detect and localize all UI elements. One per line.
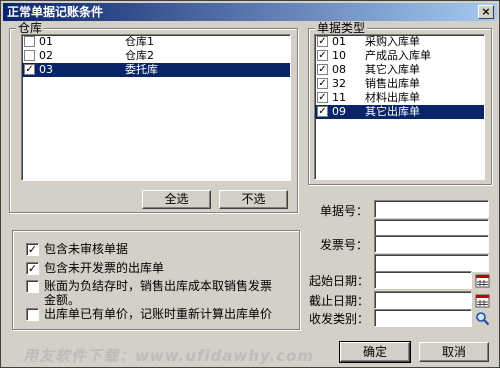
invoice-no-to-input[interactable] [374, 254, 489, 272]
start-date-input[interactable] [374, 271, 472, 289]
doc-type-row[interactable]: ✓ 10 产成品入库单 [315, 49, 484, 63]
doc-type-row-name: 产成品入库单 [365, 49, 431, 62]
warehouse-row-checkbox[interactable] [24, 36, 35, 47]
checkbox-box[interactable]: ✓ [26, 243, 39, 256]
doc-no-from-input[interactable] [374, 200, 489, 218]
doc-type-row-checkbox[interactable]: ✓ [317, 78, 328, 89]
warehouse-row-code: 02 [39, 49, 53, 62]
warehouse-list[interactable]: 01 仓库1 02 仓库2 ✓ 03 委托库 [21, 34, 291, 181]
warehouse-row[interactable]: 02 仓库2 [22, 49, 290, 63]
dialog-window: 正常单据记账条件 × 仓库 01 仓库1 02 仓库2 ✓ 03 委托库 全选 不选 单据类… [0, 0, 500, 368]
category-input[interactable] [374, 309, 472, 327]
warehouse-row-name: 委托库 [125, 63, 158, 76]
doc-type-row-checkbox[interactable]: ✓ [317, 92, 328, 103]
doc-no-label: 单据号： [320, 204, 369, 218]
deselect-all-button[interactable]: 不选 [219, 190, 288, 209]
doc-type-row-checkbox[interactable]: ✓ [317, 106, 328, 117]
doc-type-row-name: 其它入库单 [365, 63, 420, 76]
doc-type-row-checkbox[interactable]: ✓ [317, 50, 328, 61]
end-date-picker-button[interactable] [474, 292, 490, 308]
doc-type-row-code: 08 [332, 63, 346, 76]
title-bar: 正常单据记账条件 × [3, 3, 497, 21]
checkbox-box[interactable] [26, 280, 39, 293]
doc-type-row-checkbox[interactable]: ✓ [317, 36, 328, 47]
doc-type-row-name: 其它出库单 [365, 105, 420, 118]
end-date-input[interactable] [374, 291, 472, 309]
start-date-picker-button[interactable] [474, 272, 490, 288]
warehouse-group-title: 仓库 [16, 21, 45, 35]
warehouse-row-name: 仓库2 [125, 49, 154, 62]
checkbox-box[interactable] [26, 308, 39, 321]
select-all-button[interactable]: 全选 [142, 190, 211, 209]
option-label: 账面为负结存时，销售出库成本取销售发票金额。 [44, 279, 273, 307]
option-label: 包含未开发票的出库单 [44, 261, 165, 275]
doc-type-row-code: 09 [332, 105, 346, 118]
warehouse-row-name: 仓库1 [125, 35, 154, 48]
doc-type-row-name: 销售出库单 [365, 77, 420, 90]
cancel-button[interactable]: 取消 [419, 342, 489, 362]
doc-type-row-code: 32 [332, 77, 346, 90]
doc-type-group-title: 单据类型 [315, 21, 368, 35]
doc-type-row-code: 11 [332, 91, 346, 104]
watermark: 用友软件下载：www.ufidawhy.com [23, 347, 314, 365]
doc-type-row-name: 材料出库单 [365, 91, 420, 104]
warehouse-row[interactable]: 01 仓库1 [22, 35, 290, 49]
invoice-no-label: 发票号： [320, 238, 369, 252]
category-lookup-button[interactable] [474, 310, 490, 326]
start-date-label: 起始日期： [309, 274, 370, 288]
doc-type-row[interactable]: ✓ 32 销售出库单 [315, 77, 484, 91]
warehouse-row-code: 01 [39, 35, 53, 48]
search-icon [475, 311, 489, 325]
end-date-label: 截止日期： [309, 294, 370, 308]
close-icon: × [481, 5, 491, 18]
doc-type-list[interactable]: ✓ 01 采购入库单 ✓ 10 产成品入库单 ✓ 08 其它入库单 ✓ 32 销售出库单 ✓ 11 材料出库… [314, 34, 485, 180]
doc-type-row[interactable]: ✓ 11 材料出库单 [315, 91, 484, 105]
window-title: 正常单据记账条件 [7, 5, 104, 19]
doc-type-row-checkbox[interactable]: ✓ [317, 64, 328, 75]
warehouse-row[interactable]: ✓ 03 委托库 [22, 63, 290, 77]
calendar-icon [475, 274, 489, 287]
warehouse-row-checkbox[interactable] [24, 50, 35, 61]
option-label: 包含未审核单据 [44, 242, 129, 256]
close-button[interactable]: × [478, 5, 494, 19]
checkbox-box[interactable]: ✓ [26, 262, 39, 275]
calendar-icon [475, 294, 489, 307]
option-label: 出库单已有单价，记账时重新计算出库单价 [44, 307, 273, 321]
doc-type-row[interactable]: ✓ 08 其它入库单 [315, 63, 484, 77]
doc-type-row-code: 10 [332, 49, 346, 62]
invoice-no-from-input[interactable] [374, 235, 489, 253]
category-label: 收发类别： [309, 312, 370, 326]
doc-type-row[interactable]: ✓ 01 采购入库单 [315, 35, 484, 49]
ok-button[interactable]: 确定 [339, 341, 411, 363]
doc-type-row-code: 01 [332, 35, 346, 48]
doc-type-row[interactable]: ✓ 09 其它出库单 [315, 105, 484, 119]
warehouse-row-code: 03 [39, 63, 53, 76]
doc-type-row-name: 采购入库单 [365, 35, 420, 48]
warehouse-row-checkbox[interactable]: ✓ [24, 64, 35, 75]
